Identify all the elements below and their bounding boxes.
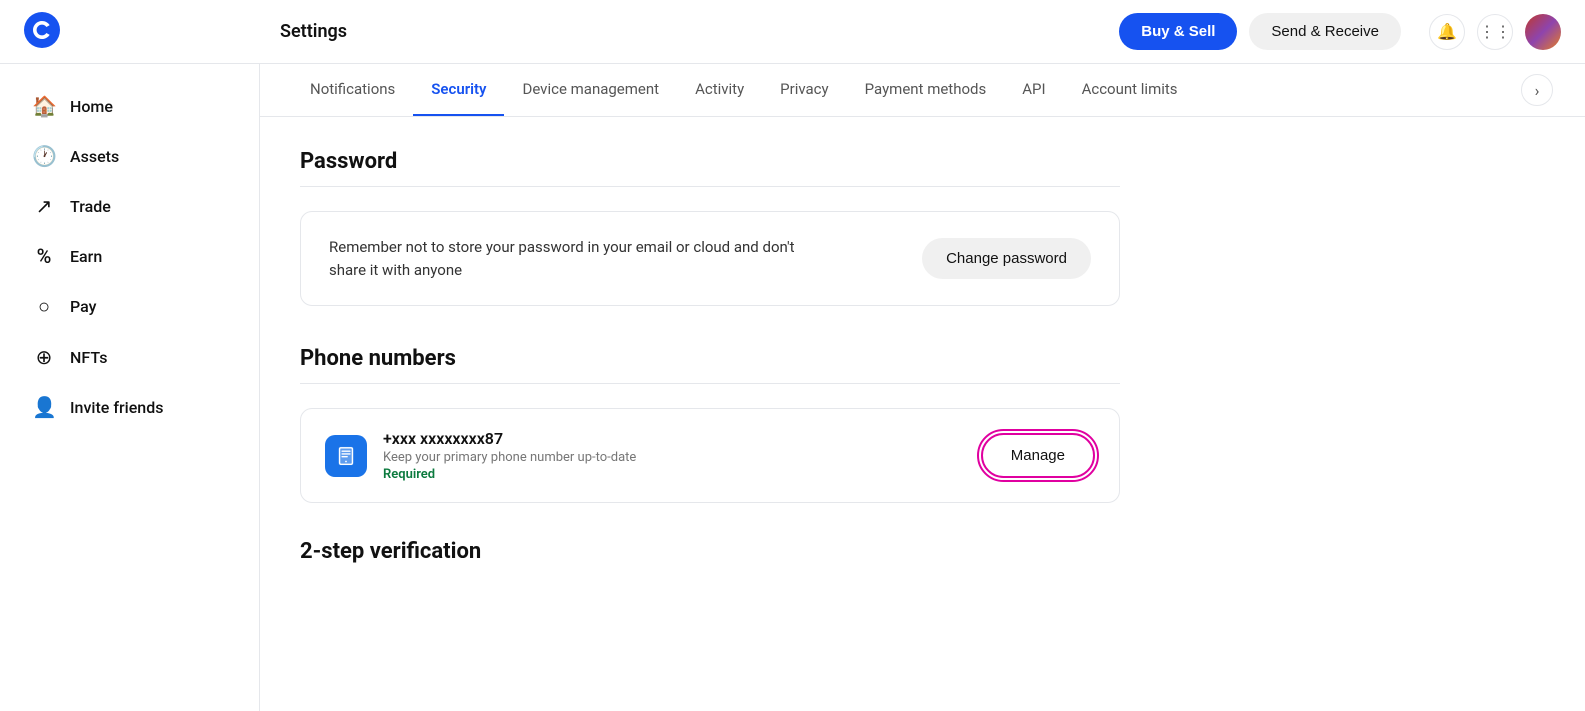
tab-privacy[interactable]: Privacy [762,64,846,116]
buy-sell-button[interactable]: Buy & Sell [1119,13,1237,50]
logo[interactable] [24,12,60,52]
phone-icon [325,435,367,477]
sidebar-label-pay: Pay [70,297,96,316]
header-actions: Buy & Sell Send & Receive 🔔 ⋮⋮ [1119,13,1561,50]
main-content: Notifications Security Device management… [260,64,1585,711]
sidebar-item-invite[interactable]: 👤 Invite friends [8,383,251,431]
two-step-section: 2-step verification [300,539,1120,564]
header-icons: 🔔 ⋮⋮ [1429,14,1561,50]
tab-security[interactable]: Security [413,64,504,116]
notification-bell-icon[interactable]: 🔔 [1429,14,1465,50]
password-card: Remember not to store your password in y… [300,211,1120,306]
tab-activity[interactable]: Activity [677,64,762,116]
home-icon: 🏠 [32,94,56,118]
sidebar-label-trade: Trade [70,197,111,216]
phone-number: +xxx xxxxxxxx87 [383,429,636,448]
invite-icon: 👤 [32,395,56,419]
password-divider [300,186,1120,187]
phone-section-title: Phone numbers [300,346,1120,371]
avatar[interactable] [1525,14,1561,50]
earn-icon: % [32,244,56,268]
security-content: Password Remember not to store your pass… [260,117,1160,608]
phone-left: +xxx xxxxxxxx87 Keep your primary phone … [325,429,636,482]
sidebar-item-pay[interactable]: ○ Pay [8,282,251,331]
tabs-bar: Notifications Security Device management… [260,64,1585,117]
nfts-icon: ⊕ [32,345,56,369]
sidebar-label-earn: Earn [70,247,102,266]
sidebar-label-home: Home [70,97,113,116]
sidebar-item-home[interactable]: 🏠 Home [8,82,251,130]
assets-icon: 🕐 [32,144,56,168]
tabs-more-button[interactable]: › [1521,74,1553,106]
tab-notifications[interactable]: Notifications [292,64,413,116]
sidebar-label-assets: Assets [70,147,119,166]
main-layout: 🏠 Home 🕐 Assets ↗ Trade % Earn ○ Pay ⊕ N… [0,64,1585,711]
sidebar-label-invite: Invite friends [70,398,163,417]
header: Settings Buy & Sell Send & Receive 🔔 ⋮⋮ [0,0,1585,64]
sidebar-label-nfts: NFTs [70,348,108,367]
grid-menu-icon[interactable]: ⋮⋮ [1477,14,1513,50]
phone-info: +xxx xxxxxxxx87 Keep your primary phone … [383,429,636,482]
phone-card: +xxx xxxxxxxx87 Keep your primary phone … [300,408,1120,503]
sidebar-item-earn[interactable]: % Earn [8,232,251,280]
password-section-title: Password [300,149,1120,174]
sidebar-item-assets[interactable]: 🕐 Assets [8,132,251,180]
send-receive-button[interactable]: Send & Receive [1249,13,1401,50]
pay-icon: ○ [32,294,56,319]
trade-icon: ↗ [32,194,56,218]
phone-divider [300,383,1120,384]
tab-device-management[interactable]: Device management [504,64,677,116]
two-step-title: 2-step verification [300,539,1120,564]
tab-api[interactable]: API [1004,64,1063,116]
tab-account-limits[interactable]: Account limits [1064,64,1196,116]
phone-required-label: Required [383,467,636,482]
sidebar-item-nfts[interactable]: ⊕ NFTs [8,333,251,381]
sidebar: 🏠 Home 🕐 Assets ↗ Trade % Earn ○ Pay ⊕ N… [0,64,260,711]
sidebar-item-trade[interactable]: ↗ Trade [8,182,251,230]
page-title: Settings [280,21,347,42]
manage-button[interactable]: Manage [981,433,1095,478]
tab-payment-methods[interactable]: Payment methods [847,64,1005,116]
phone-subtitle: Keep your primary phone number up-to-dat… [383,450,636,465]
change-password-button[interactable]: Change password [922,238,1091,279]
password-card-text: Remember not to store your password in y… [329,236,809,281]
